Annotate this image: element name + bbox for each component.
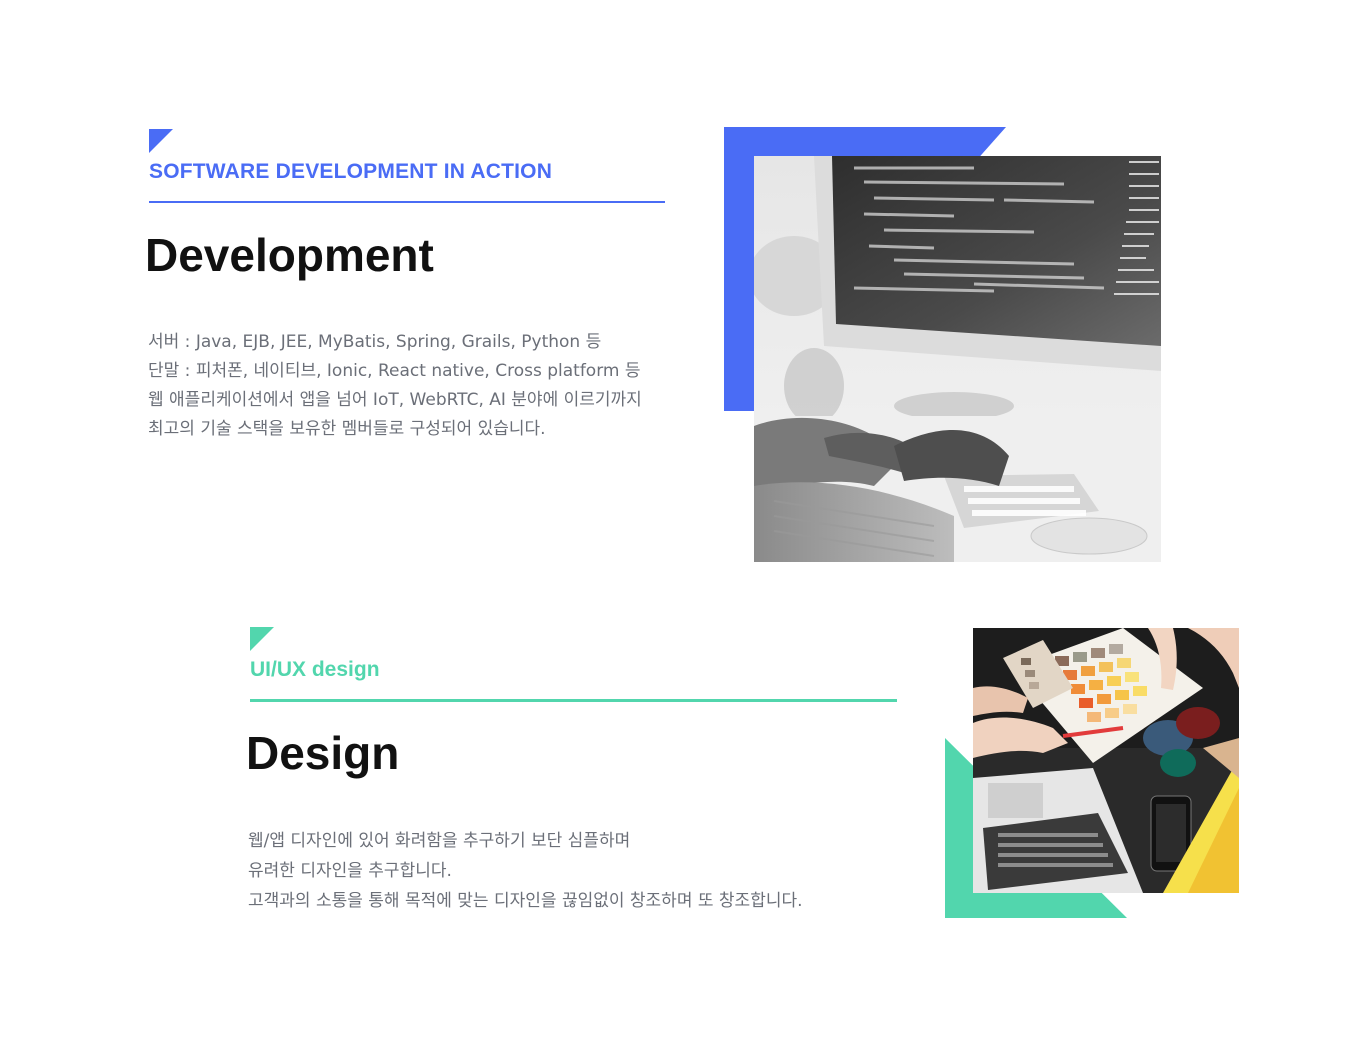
corner-marker-icon [250,627,274,651]
section-description: 웹/앱 디자인에 있어 화려함을 추구하기 보단 심플하며 유려한 디자인을 추… [248,826,848,916]
description-line: 서버 : Java, EJB, JEE, MyBatis, Spring, Gr… [148,332,602,352]
description-line: 단말 : 피처폰, 네이티브, Ionic, React native, Cro… [148,361,641,381]
developer-computer-photo [754,156,1161,562]
section-title: Development [145,229,434,281]
color-swatch-photo [973,628,1239,893]
description-line: 유려한 디자인을 추구합니다. [248,861,452,881]
section-kicker: UI/UX design [250,658,380,681]
description-line: 웹/앱 디자인에 있어 화려함을 추구하기 보단 심플하며 [248,831,631,851]
description-line: 웹 애플리케이션에서 앱을 넘어 IoT, WebRTC, AI 분야에 이르기… [148,390,642,410]
section-kicker: SOFTWARE DEVELOPMENT IN ACTION [149,160,553,183]
description-line: 고객과의 소통을 통해 목적에 맞는 디자인을 끊임없이 창조하며 또 창조합니… [248,891,803,911]
divider [149,201,665,203]
divider [250,699,897,702]
description-line: 최고의 기술 스택을 보유한 멤버들로 구성되어 있습니다. [148,419,546,439]
section-title: Design [246,727,400,779]
section-description: 서버 : Java, EJB, JEE, MyBatis, Spring, Gr… [148,328,688,444]
corner-marker-icon [149,129,173,153]
